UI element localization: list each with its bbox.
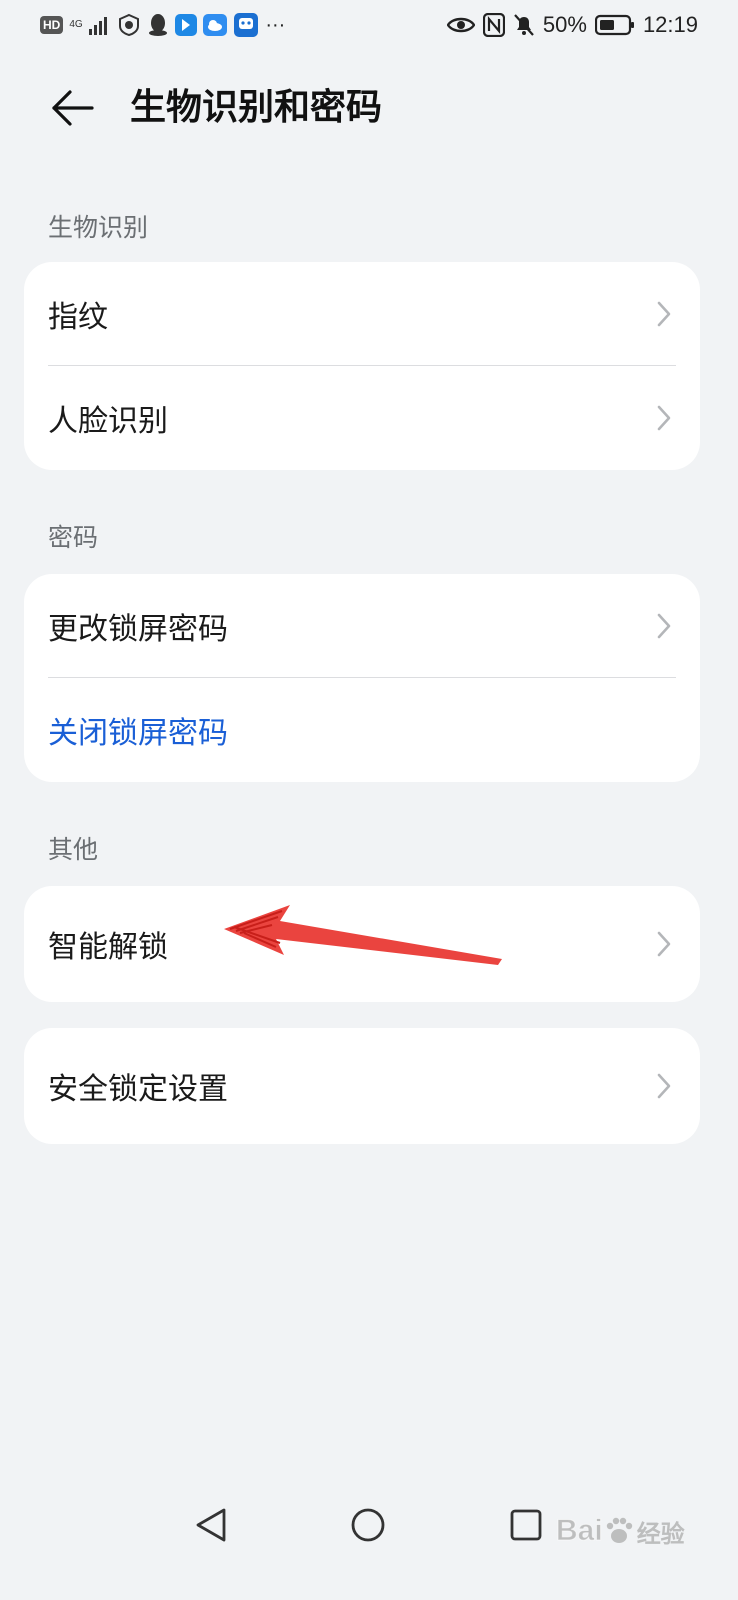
- paw-icon: [606, 1517, 632, 1543]
- section-header-password: 密码: [48, 523, 99, 552]
- more-notifications: ···: [265, 13, 286, 36]
- nfc-icon: [482, 13, 505, 37]
- change-lock-password-label: 更改锁屏密码: [48, 612, 228, 647]
- biometrics-card: 指纹 人脸识别: [24, 262, 700, 470]
- status-bar: HD 4G ··· 50% 12:19: [0, 0, 738, 52]
- security-lock-settings-label: 安全锁定设置: [48, 1072, 228, 1107]
- chevron-right-icon: [657, 613, 671, 639]
- qq-penguin-icon: [149, 14, 168, 36]
- fingerprint-label: 指纹: [48, 300, 108, 335]
- back-button[interactable]: [44, 80, 100, 136]
- face-recognition-label: 人脸识别: [48, 404, 168, 439]
- chevron-right-icon: [657, 1073, 671, 1099]
- chevron-right-icon: [657, 405, 671, 431]
- nav-recents-button[interactable]: [501, 1500, 551, 1550]
- square-recents-icon: [510, 1509, 542, 1541]
- disable-lock-password-item[interactable]: 关闭锁屏密码: [24, 678, 700, 782]
- hd-badge: HD: [40, 16, 64, 34]
- blue-app-icon: [175, 14, 198, 36]
- chevron-right-icon: [657, 301, 671, 327]
- nav-home-button[interactable]: [343, 1500, 393, 1550]
- status-left: HD 4G ···: [40, 10, 285, 40]
- triangle-back-icon: [196, 1508, 226, 1542]
- mute-bell-icon: [514, 14, 534, 36]
- security-lock-settings-item[interactable]: 安全锁定设置: [24, 1028, 700, 1144]
- eye-icon: [446, 17, 475, 33]
- shield-hand-icon: [119, 13, 140, 37]
- chevron-right-icon: [657, 931, 671, 957]
- network-type: 4G: [69, 19, 83, 30]
- face-recognition-item[interactable]: 人脸识别: [24, 366, 700, 470]
- arrow-left-icon: [52, 90, 94, 126]
- battery-icon: [594, 14, 634, 36]
- red-arrow-annotation: [224, 905, 502, 965]
- page-title: 生物识别和密码: [130, 87, 383, 128]
- battery-percent: 50%: [542, 12, 587, 37]
- section-header-other: 其他: [48, 835, 99, 864]
- watermark-text: Bai: [556, 1514, 604, 1548]
- password-card: 更改锁屏密码 关闭锁屏密码: [24, 574, 700, 782]
- circle-home-icon: [351, 1508, 385, 1542]
- smart-unlock-label: 智能解锁: [48, 930, 168, 965]
- cloud-icon: [203, 14, 228, 36]
- section-header-biometrics: 生物识别: [48, 213, 149, 242]
- fingerprint-item[interactable]: 指纹: [24, 262, 700, 366]
- baidu-watermark: Bai 经验: [556, 1508, 685, 1554]
- change-lock-password-item[interactable]: 更改锁屏密码: [24, 574, 700, 678]
- watermark-text-2: 经验: [636, 1519, 685, 1548]
- clock: 12:19: [642, 12, 698, 37]
- status-right: 50% 12:19: [446, 10, 698, 40]
- robot-app-icon: [234, 13, 259, 37]
- signal-icon: [89, 17, 108, 35]
- nav-back-button[interactable]: [186, 1500, 236, 1550]
- security-lock-card: 安全锁定设置: [24, 1028, 700, 1144]
- disable-lock-password-label: 关闭锁屏密码: [48, 716, 228, 751]
